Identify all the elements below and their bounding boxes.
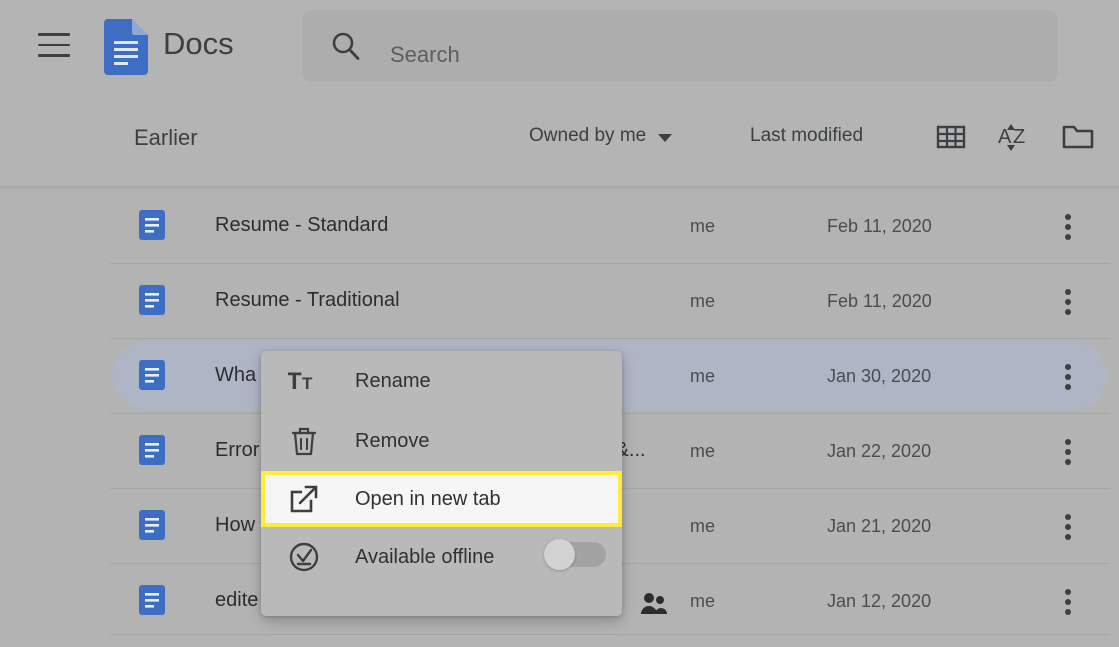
open-new-tab-icon — [287, 482, 321, 516]
brand-title: Docs — [163, 26, 234, 61]
text-format-icon: T T — [287, 364, 321, 398]
row-more-actions-icon[interactable] — [1065, 364, 1071, 390]
chevron-down-icon — [658, 133, 673, 142]
modified-date-cell: Feb 11, 2020 — [827, 216, 932, 236]
search-placeholder: Search — [390, 42, 460, 67]
table-row[interactable]: Resume - Traditional me Feb 11, 2020 — [0, 263, 1119, 338]
modified-date-cell: Jan 12, 2020 — [827, 591, 932, 611]
owner-cell: me — [690, 441, 716, 461]
top-bar: Docs Search — [0, 0, 1119, 92]
svg-text:T: T — [288, 368, 302, 395]
section-title: Earlier — [134, 125, 198, 150]
available-offline-toggle[interactable] — [544, 539, 606, 570]
toggle-knob — [544, 539, 575, 570]
row-more-actions-icon[interactable] — [1065, 289, 1071, 315]
owner-cell: me — [690, 216, 716, 236]
table-row[interactable]: Resume - Standard me Feb 11, 2020 — [0, 188, 1119, 263]
owner-cell: me — [690, 291, 716, 311]
context-menu: T T Rename Remove Open in new tab Availa… — [261, 351, 622, 616]
context-menu-item-remove[interactable]: Remove — [261, 411, 622, 471]
shared-people-icon — [640, 591, 668, 615]
context-menu-label: Rename — [355, 369, 431, 392]
offline-check-icon — [287, 540, 321, 574]
owner-cell: me — [690, 366, 716, 386]
doc-file-icon — [139, 210, 165, 240]
context-menu-item-open-in-new-tab[interactable]: Open in new tab — [261, 471, 622, 527]
doc-title[interactable]: Error — [215, 439, 259, 462]
doc-file-icon — [139, 585, 165, 615]
doc-file-icon — [139, 435, 165, 465]
modified-date-cell: Jan 22, 2020 — [827, 441, 932, 461]
doc-file-icon — [139, 360, 165, 390]
svg-text:T: T — [302, 374, 313, 393]
doc-file-icon — [139, 510, 165, 540]
folder-icon[interactable] — [1062, 122, 1094, 152]
doc-title[interactable]: Resume - Standard — [215, 214, 388, 237]
row-more-actions-icon[interactable] — [1065, 514, 1071, 540]
hamburger-icon[interactable] — [38, 33, 70, 59]
owner-filter-label: Owned by me — [529, 125, 647, 146]
doc-title[interactable]: How — [215, 514, 255, 537]
row-more-actions-icon[interactable] — [1065, 439, 1071, 465]
list-toolbar: Earlier Owned by me Last modified A Z — [0, 92, 1119, 188]
app-root: Docs Search Earlier Owned by me Last mod… — [0, 0, 1119, 647]
context-menu-label: Available offline — [355, 545, 495, 568]
modified-date-cell: Jan 30, 2020 — [827, 366, 932, 386]
search-icon — [330, 30, 362, 62]
app-header: Docs Search Earlier Owned by me Last mod… — [0, 0, 1119, 190]
owner-cell: me — [690, 516, 716, 536]
context-menu-item-available-offline[interactable]: Available offline — [261, 527, 622, 587]
trash-icon — [287, 424, 321, 458]
owner-cell: me — [690, 591, 716, 611]
svg-text:Z: Z — [1013, 126, 1025, 148]
owner-filter-dropdown[interactable]: Owned by me — [529, 125, 673, 147]
search-input[interactable]: Search — [302, 10, 1058, 82]
doc-title[interactable]: Wha — [215, 364, 256, 387]
row-more-actions-icon[interactable] — [1065, 214, 1071, 240]
doc-title[interactable]: Resume - Traditional — [215, 289, 400, 312]
list-bottom-divider — [110, 634, 1110, 635]
sort-az-icon[interactable]: A Z — [998, 120, 1032, 154]
doc-file-icon — [139, 285, 165, 315]
sort-label[interactable]: Last modified — [750, 125, 863, 147]
row-divider — [110, 338, 1110, 339]
modified-date-cell: Feb 11, 2020 — [827, 291, 932, 311]
google-docs-logo — [104, 19, 148, 75]
row-more-actions-icon[interactable] — [1065, 589, 1071, 615]
context-menu-label: Remove — [355, 429, 430, 452]
context-menu-label: Open in new tab — [355, 487, 501, 510]
doc-title[interactable]: edite — [215, 589, 258, 612]
context-menu-item-rename[interactable]: T T Rename — [261, 351, 622, 411]
row-divider — [110, 263, 1110, 264]
modified-date-cell: Jan 21, 2020 — [827, 516, 932, 536]
grid-view-icon[interactable] — [936, 122, 966, 152]
